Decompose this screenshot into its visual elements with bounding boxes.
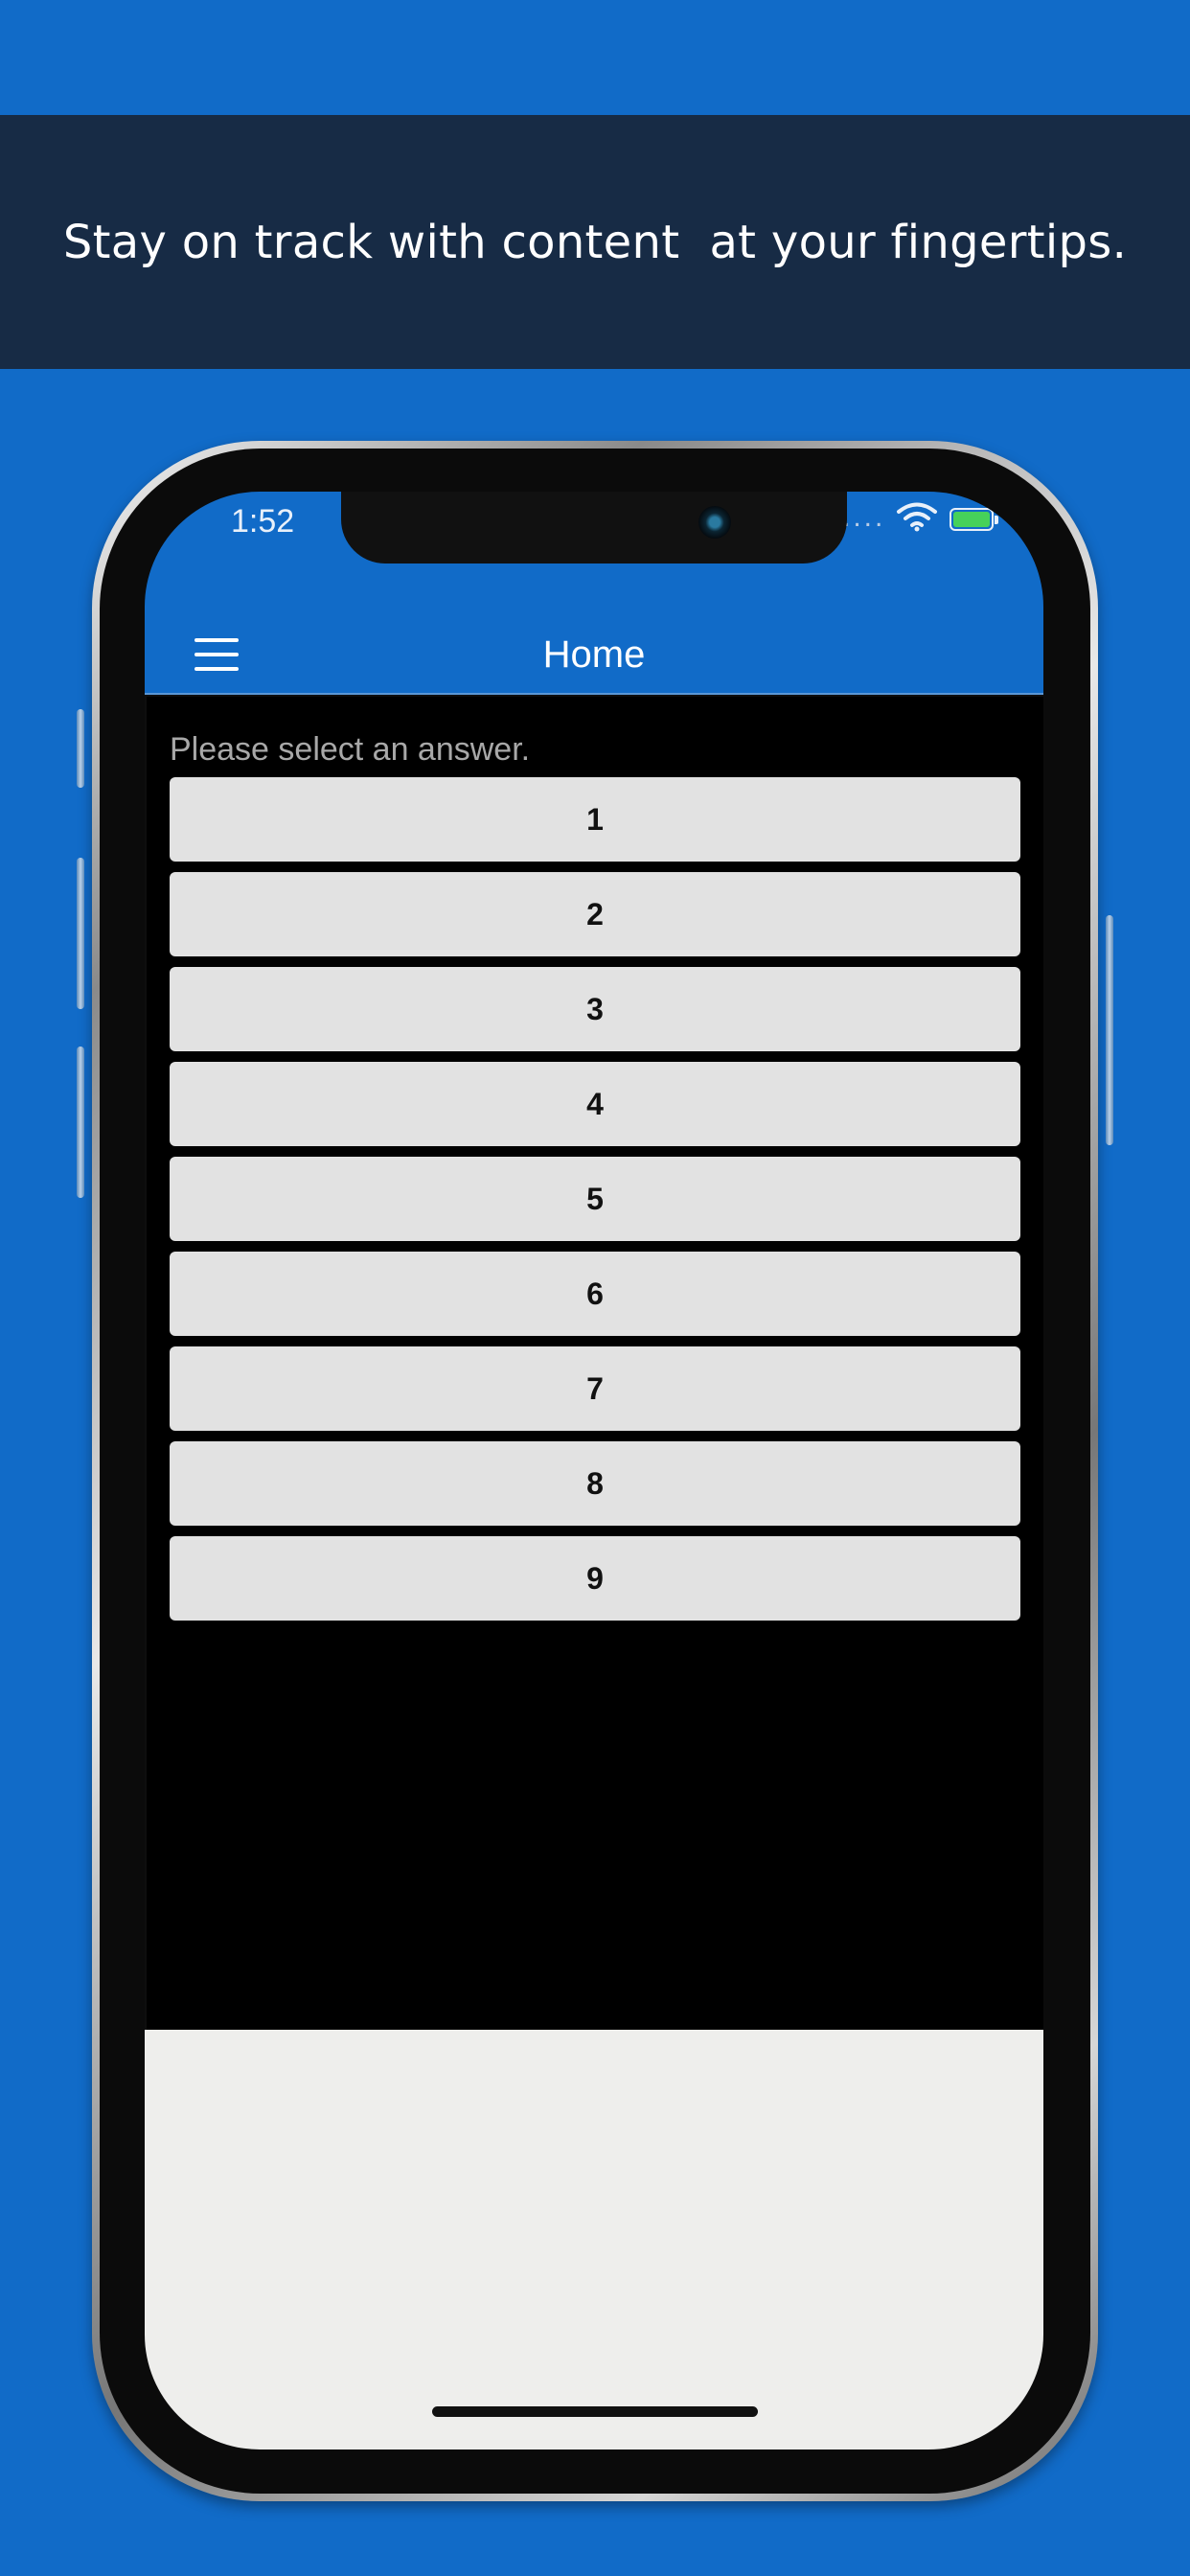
phone-power-button (1106, 915, 1113, 1145)
answer-button-6[interactable]: 6 (170, 1252, 1020, 1336)
battery-charging-icon (950, 508, 998, 531)
hamburger-menu-icon[interactable] (195, 634, 239, 675)
answer-button-3[interactable]: 3 (170, 967, 1020, 1051)
phone-volume-up (77, 858, 84, 1009)
promo-banner: Stay on track with content at your finge… (0, 115, 1190, 369)
phone-screen: 1:52 .... Home Please select an answer. … (145, 492, 1043, 2450)
top-nav-bar: Home (145, 616, 1043, 695)
answer-button-1[interactable]: 1 (170, 777, 1020, 862)
answer-list: 1 2 3 4 5 6 7 8 9 (170, 777, 1020, 1631)
home-indicator[interactable] (432, 2406, 758, 2417)
answer-button-2[interactable]: 2 (170, 872, 1020, 956)
signal-dots: .... (842, 501, 886, 533)
phone-silent-switch (77, 709, 84, 788)
page-title: Home (542, 633, 646, 676)
answer-button-5[interactable]: 5 (170, 1157, 1020, 1241)
front-camera (698, 506, 731, 539)
answer-button-9[interactable]: 9 (170, 1536, 1020, 1621)
answer-button-7[interactable]: 7 (170, 1346, 1020, 1431)
answer-button-4[interactable]: 4 (170, 1062, 1020, 1146)
question-panel: Please select an answer. 1 2 3 4 5 6 7 8… (147, 697, 1043, 2065)
answer-prompt: Please select an answer. (170, 731, 531, 768)
phone-volume-down (77, 1046, 84, 1198)
banner-tagline: Stay on track with content at your finge… (62, 215, 1128, 269)
footer-area (145, 2030, 1043, 2450)
wifi-icon (897, 502, 937, 532)
camera-notch (341, 492, 847, 564)
answer-button-8[interactable]: 8 (170, 1441, 1020, 1526)
status-time: 1:52 (231, 503, 295, 540)
